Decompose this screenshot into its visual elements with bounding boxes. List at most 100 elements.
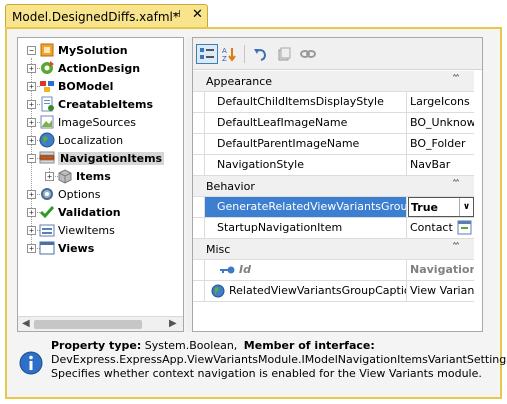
bomodel-icon [39, 78, 55, 94]
tree-item-label: Localization [58, 133, 124, 147]
collapse-icon[interactable]: − [27, 45, 36, 55]
property-row[interactable]: Id NavigationItems [193, 260, 474, 281]
expand-icon[interactable]: + [27, 189, 36, 199]
expand-icon[interactable]: + [27, 225, 36, 235]
property-value[interactable]: True ∨ [408, 197, 474, 217]
svg-text:Z: Z [222, 55, 227, 62]
category-misc[interactable]: Misc ˄˄ [193, 239, 474, 260]
tree-item-navigationitems[interactable]: − NavigationItems [27, 149, 165, 167]
expand-icon[interactable]: + [27, 99, 36, 109]
tree-item-actiondesign[interactable]: + ActionDesign [27, 59, 140, 77]
property-description: Specifies whether context navigation is … [51, 367, 482, 380]
property-name-cell: NavigationStyle [204, 155, 407, 175]
alphabetical-icon[interactable]: AZ [218, 44, 240, 64]
expand-icon[interactable]: + [27, 117, 36, 127]
tree-horizontal-scrollbar[interactable]: ◀ ▶ [18, 316, 183, 331]
copy-icon[interactable] [273, 44, 295, 64]
property-value-text: NavigationItems [410, 263, 474, 276]
document-tab-strip: Model.DesignedDiffs.xafml* ⊣ ✕ [0, 0, 507, 28]
tree-item-creatableitems[interactable]: + CreatableItems [27, 95, 153, 113]
collapse-category-icon[interactable]: ˄˄ [452, 242, 460, 253]
property-type-value: System.Boolean, [144, 339, 238, 352]
property-row[interactable]: NavigationStyle NavBar [193, 155, 474, 176]
property-name-cell: DefaultChildItemsDisplayStyle [204, 92, 407, 112]
tree-root[interactable]: − MySolution [27, 41, 128, 59]
items-icon [57, 168, 73, 184]
property-row[interactable]: DefaultLeafImageName BO_Unknown [193, 113, 474, 134]
property-row[interactable]: RelatedViewVariantsGroupCaption View Vari… [193, 281, 474, 302]
property-name-cell: DefaultParentImageName [204, 134, 407, 154]
property-value[interactable]: LargeIcons [408, 92, 474, 112]
property-value-text: Contact [410, 221, 453, 234]
scroll-thumb[interactable] [34, 320, 142, 329]
info-icon [19, 351, 43, 378]
navigationitems-icon [39, 150, 55, 166]
interface-label: Member of interface: [243, 339, 375, 352]
property-value-text: NavBar [410, 158, 451, 171]
close-icon[interactable]: ✕ [192, 7, 203, 22]
viewitems-icon [39, 222, 55, 238]
validation-icon [39, 204, 55, 220]
property-value-text: View Variants [410, 284, 474, 297]
property-row[interactable]: StartupNavigationItem Contact [193, 218, 474, 239]
navigation-item-editor-icon[interactable] [457, 219, 473, 236]
property-value[interactable]: BO_Unknown [408, 113, 474, 133]
property-row[interactable]: GenerateRelatedViewVariantsGroup True ∨ [193, 197, 474, 218]
scroll-right-icon[interactable]: ▶ [169, 318, 177, 329]
tree-item-items[interactable]: + Items [45, 167, 111, 185]
document-tab-title: Model.DesignedDiffs.xafml* [12, 9, 179, 24]
tree-item-label: Items [76, 169, 111, 183]
property-name: Id [239, 263, 251, 276]
description-panel: Property type: System.Boolean, Member of… [17, 336, 507, 396]
expand-icon[interactable]: + [45, 171, 54, 181]
expand-icon[interactable]: + [27, 243, 36, 253]
dropdown-icon[interactable]: ∨ [459, 198, 473, 216]
expand-icon[interactable]: + [27, 207, 36, 217]
expand-icon[interactable]: + [27, 63, 36, 73]
property-name: RelatedViewVariantsGroupCaption [229, 284, 407, 297]
tree-item-viewitems[interactable]: + ViewItems [27, 221, 115, 239]
key-icon [219, 263, 239, 276]
category-appearance[interactable]: Appearance ˄˄ [193, 71, 474, 92]
undo-icon[interactable] [249, 44, 271, 64]
expand-icon[interactable]: + [27, 81, 36, 91]
tree-item-views[interactable]: + Views [27, 239, 94, 257]
property-row[interactable]: DefaultChildItemsDisplayStyle LargeIcons [193, 92, 474, 113]
property-value-text: BO_Unknown [410, 116, 474, 129]
category-behavior[interactable]: Behavior ˄˄ [193, 176, 474, 197]
link-icon[interactable] [297, 44, 319, 64]
property-value[interactable]: Contact [408, 218, 474, 238]
property-row[interactable]: DefaultParentImageName BO_Folder [193, 134, 474, 155]
collapse-icon[interactable]: − [27, 153, 36, 163]
scroll-left-icon[interactable]: ◀ [22, 318, 30, 329]
property-name: NavigationStyle [217, 158, 304, 171]
tree-item-imagesources[interactable]: + ImageSources [27, 113, 136, 131]
property-name: DefaultChildItemsDisplayStyle [217, 95, 384, 108]
model-tree[interactable]: − MySolution + ActionDesign + BOModel + Creat… [17, 37, 184, 332]
pin-icon[interactable]: ⊣ [172, 9, 181, 20]
globe-icon [211, 284, 229, 298]
property-type-label: Property type: [51, 339, 142, 352]
collapse-category-icon[interactable]: ˄˄ [452, 179, 460, 190]
property-value[interactable]: BO_Folder [408, 134, 474, 154]
tree-item-label: BOModel [58, 79, 114, 93]
tree-item-label: NavigationItems [58, 151, 165, 165]
property-grid-scrollbar[interactable] [475, 71, 482, 331]
property-value[interactable]: NavBar [408, 155, 474, 175]
tree-item-validation[interactable]: + Validation [27, 203, 121, 221]
tree-item-localization[interactable]: + Localization [27, 131, 123, 149]
property-grid[interactable]: AZ Appearance ˄˄ DefaultChildItemsDisplayS… [192, 37, 483, 332]
views-icon [39, 240, 55, 256]
categorized-icon[interactable] [196, 44, 218, 64]
tree-item-bomodel[interactable]: + BOModel [27, 77, 113, 95]
category-label: Misc [206, 242, 231, 256]
property-name: StartupNavigationItem [217, 221, 343, 234]
property-value[interactable]: View Variants [408, 281, 474, 301]
collapse-category-icon[interactable]: ˄˄ [452, 74, 460, 85]
tree-item-options[interactable]: + Options [27, 185, 100, 203]
document-tab[interactable]: Model.DesignedDiffs.xafml* ⊣ ✕ [5, 4, 208, 28]
property-name-cell: DefaultLeafImageName [204, 113, 407, 133]
property-name: DefaultLeafImageName [217, 116, 348, 129]
property-name: GenerateRelatedViewVariantsGroup [217, 200, 407, 213]
expand-icon[interactable]: + [27, 135, 36, 145]
